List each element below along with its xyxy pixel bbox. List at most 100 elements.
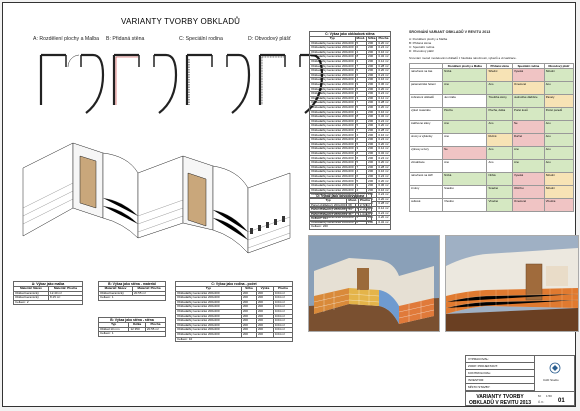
schedule-row: Obkladačky keramické 200x200 4 200 0.16 m² (309, 49, 391, 56)
schedule-cell: Panel obkladový 200x200 (308, 202, 348, 209)
comparison-row-label: otvory a výklenky (408, 133, 444, 147)
schedule-row: Obkladačky keramické 200x20052000.20 m² (309, 141, 391, 148)
schedule-c2-caption: C: Výkaz jako rodina - počet (175, 281, 293, 286)
comparison-row: výkaz materiálu Plocha Plocha, délka Počet … (408, 107, 575, 121)
comparison-cell: Ano (486, 146, 513, 160)
title-block-row: ZODP. PROJEKTANT: (466, 363, 534, 370)
schedule-cell: Obkladačky keramické 200x200 (309, 63, 356, 70)
schedule-cell: 0.12 m² (376, 146, 391, 152)
comparison-cell: Vhodné (486, 198, 513, 212)
schedule-row: Obkladačky keramické 200x200 6 200 0.24 m² (309, 118, 391, 125)
schedule-cell: Obkladačky keramické 200x200 (309, 54, 356, 60)
schedule-cell: Obkladačky keramické 200x200 (309, 81, 356, 88)
schedule-cell: Obkladačky keramické 200x200 (309, 72, 356, 79)
schedule-cell: 0.24 m² (376, 45, 391, 51)
schedule-cell: Obkladačky keramické 200x200 (309, 123, 356, 129)
schedule-cell: 0.20 m² (376, 196, 391, 203)
comparison-cell: Ano (543, 159, 575, 173)
schedule-cell: 0.28 m² (376, 201, 391, 207)
schedule-row: Obkladačky keramické 200x200 4 200 0.16 m² (309, 77, 391, 83)
schedule-main-caption: C: Výkaz jako obkladová stěna (309, 31, 391, 36)
title-block-footer: VARIANTY TVORBY OBKLADŮ V REVITU 2013 M:… (466, 391, 575, 406)
schedule-row: Obkladačky keramické 200x20052000.20 m² (309, 40, 391, 47)
schedule-b1: B: Výkaz jako stěna - materiál Materiál:… (97, 281, 166, 301)
schedule-header-cell: Množ. (346, 198, 359, 204)
schedule-cell: 0.28 m² (376, 63, 391, 70)
schedule-cell: 0.20 m² (376, 104, 391, 111)
comparison-cell: Jen šrafa (442, 94, 488, 108)
plan-a (39, 53, 105, 114)
schedule-b2-caption: B: Výkaz jako stěna - stěna (98, 317, 166, 322)
schedule-row: Obkladačky keramické 200x20052000.20 m² (309, 160, 391, 166)
comparison-legend: A: Rozdělení plochy a Malba B: Přidaná st… (409, 37, 447, 53)
schedule-row: Obkladačky keramické 200x200 4 200 0.16 m² (309, 109, 391, 116)
schedule-cell: Obkladačky keramické 200x200 (309, 40, 356, 47)
comparison-cell: Panely (543, 94, 575, 108)
schedule-cell: Obkladačky keramické 200x200 (309, 86, 356, 93)
schedule-cell: 0.16 m² (376, 77, 391, 83)
schedule-cell: 0.24 m² (376, 72, 391, 79)
schedule-cell: 1.64 m² (357, 211, 373, 218)
schedule-row: Obkladačky keramické 200x20052000.20 m² (309, 123, 391, 129)
schedule-cell: Obkladačky keramické 200x200 (309, 59, 356, 65)
schedule-row: Obkladačky keramické 200x200 8 200 0.32 m² (309, 150, 391, 157)
comparison-cell: Nízká (486, 172, 513, 186)
schedule-row: Obklad 10 mm 12 350 20.55 m² (97, 326, 167, 333)
schedule-cell: 0.24 m² (376, 155, 391, 161)
comparison-cell: Ano (511, 146, 545, 160)
schedule-header-cell: Šířka (366, 36, 378, 42)
title-block: VYPRACOVAL: ZODP. PROJEKTANT: KONTROLOVAL:… (465, 355, 575, 406)
schedule-cell: Panel obkladový 200x200 (308, 211, 348, 218)
schedule-cell: Obkladačky keramické 200x200 (309, 146, 356, 152)
comparison-cell: Plocha (442, 107, 488, 121)
plan-label-b: B: Přidaná stěna (106, 36, 145, 42)
schedule-cell: 0.36 m² (376, 81, 391, 88)
comparison-note: Srovnání metod modelování obkladů z hled… (409, 56, 517, 60)
comparison-cell: Vhodné (442, 198, 488, 212)
schedule-cell: Obkladačky keramické 200x200 (309, 150, 356, 157)
schedule-cell: 0.28 m² (376, 164, 391, 171)
comparison-cell: Počet kusů (511, 107, 545, 121)
schedule-cell: 0.16 m² (376, 169, 391, 175)
schedule-row: Obkladačky keramické 200x200 3 200 0.12 m² (309, 146, 391, 152)
comparison-cell: Ano (543, 120, 575, 134)
comparison-cell: Obtížné (511, 185, 545, 199)
comparison-row: parametrické řešení Ano Ano Omezeně Ano (408, 81, 575, 95)
comparison-cell: Ne (511, 120, 545, 134)
schedule-cell: 0.24 m² (376, 118, 391, 125)
comparison-cell: Snadné (442, 185, 488, 199)
comparison-cell: Plocha, délka (486, 107, 513, 121)
comparison-cell: Střední (486, 68, 513, 82)
schedule-row: Obkladačky keramické 200x200 4 200 0.16 m² (309, 187, 391, 194)
comparison-cell: Ano (543, 146, 575, 160)
schedule-cell: Obkladačky keramické 200x200 (309, 187, 356, 194)
schedule-cell: 0.32 m² (376, 219, 391, 226)
schedule-cell: 0.12 m² (376, 206, 391, 212)
schedule-cell: 0.20 m² (376, 160, 391, 166)
schedule-cell: 0.16 m² (376, 109, 391, 116)
comparison-cell: Ano (543, 133, 575, 147)
schedule-cell: Obkladačky keramické 200x200 (309, 178, 356, 184)
schedule-total: Celkem: 2 (13, 299, 83, 306)
comparison-cell: Omezeně (511, 81, 545, 95)
plan-c (185, 53, 251, 114)
render-image-left (308, 235, 440, 332)
title-block-logo-area: CAD Studio (534, 356, 575, 391)
schedule-cell: 0.12 m² (376, 59, 391, 65)
comparison-cell: Ano (486, 120, 513, 134)
schedule-row: Obkladačky keramické 200x200 4 200 0.16 m² (309, 169, 391, 175)
comparison-row: zobrazení obkladů Jen šrafa Tloušťka stěny… (408, 94, 575, 108)
comparison-cell: Počet panelů (543, 107, 575, 121)
logo-text: CAD Studio (543, 378, 559, 382)
comparison-cell: Tloušťka stěny (486, 94, 513, 108)
schedule-cell: 0.32 m² (376, 150, 391, 157)
schedule-cell: Obkladačky keramické 200x200 (309, 132, 356, 139)
schedule-cell: 0.16 m² (376, 132, 391, 139)
comparison-row-label: vizualizace (408, 159, 444, 173)
schedule-cell: 2.16 m² (357, 207, 373, 213)
schedule-cell: 0.20 m² (376, 178, 391, 184)
schedule-cell: Obkladačky keramické 200x200 (309, 183, 356, 189)
schedule-cell: Obkladačky keramické 200x200 (309, 68, 356, 74)
comparison-row: změny Snadné Snadné Obtížné Střední (408, 185, 575, 199)
comparison-table: Rozdělení plochy a Malba Přidaná stěna Spe… (408, 63, 575, 212)
